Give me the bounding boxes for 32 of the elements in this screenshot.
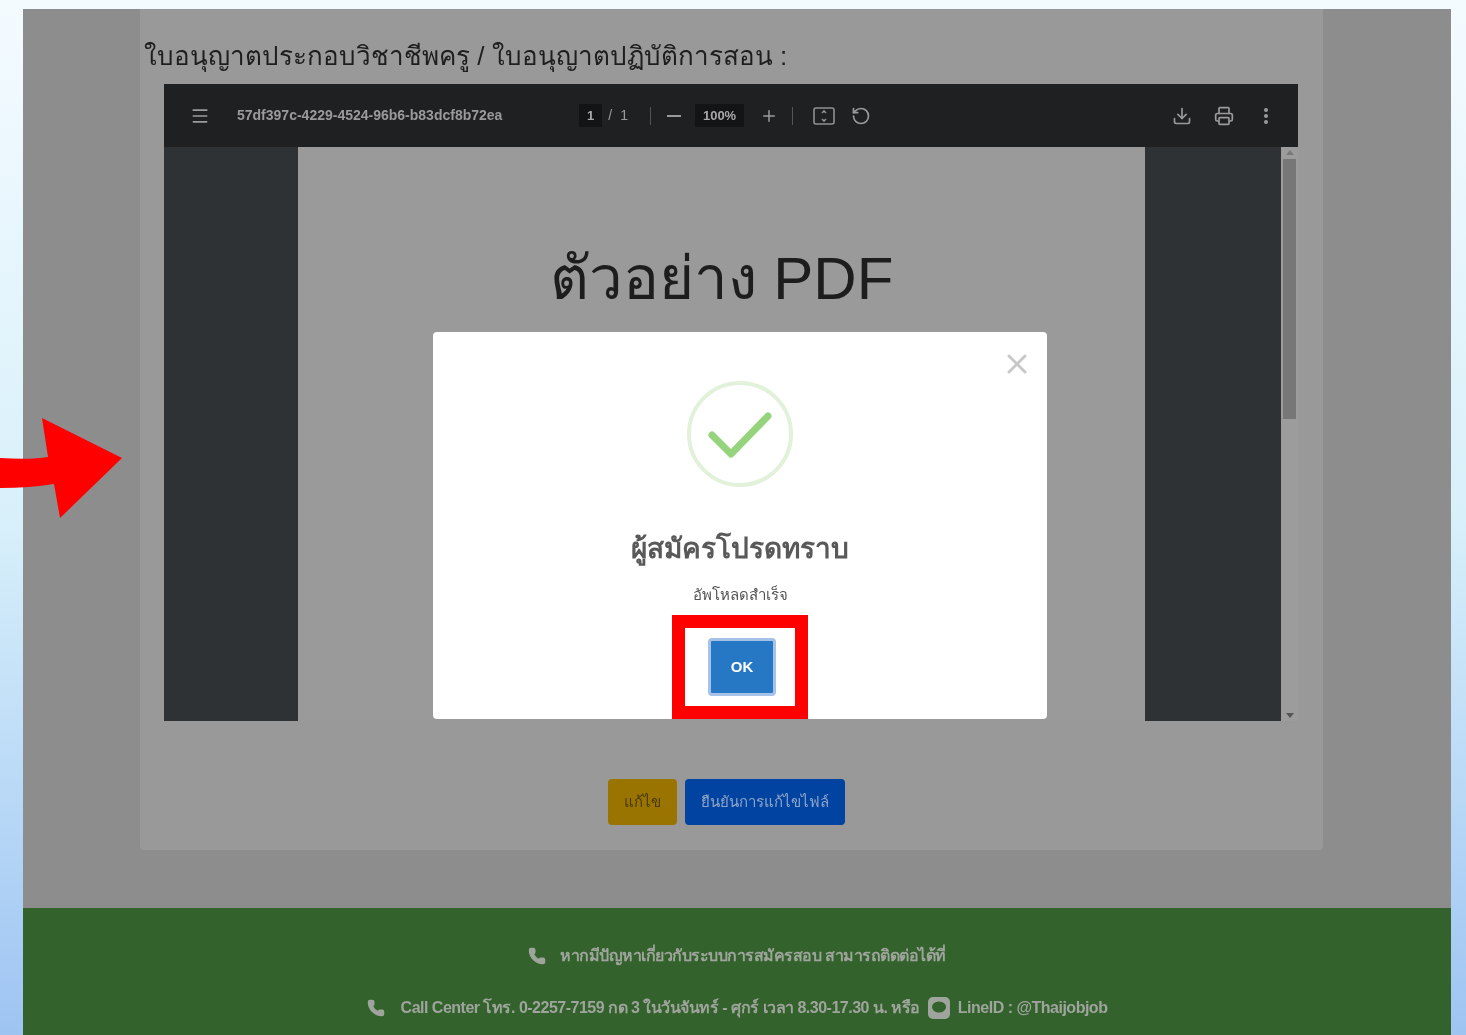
- scrollbar-thumb[interactable]: [1283, 159, 1296, 419]
- ok-button[interactable]: OK: [708, 637, 776, 696]
- chat-bubble-icon: [927, 997, 950, 1019]
- rotate-button[interactable]: [851, 105, 872, 126]
- confirm-button[interactable]: ยืนยันการแก้ไขไฟล์: [685, 779, 845, 825]
- download-icon: [1172, 105, 1192, 126]
- more-button[interactable]: [1264, 107, 1268, 124]
- more-icon: [1264, 107, 1268, 124]
- zoom-out-button[interactable]: [666, 114, 681, 117]
- field-label: ใบอนุญาตประกอบวิชาชีพครู / ใบอนุญาตปฏิบัติการสอน :: [144, 40, 789, 73]
- contact-text: Call Center โทร. 0-2257-7159 กด 3 ในวันจันทร์ - ศุกร์ เวลา 8.30-17.30 น. หรือ: [400, 997, 920, 1020]
- print-button[interactable]: [1214, 105, 1234, 126]
- line-id: LineID : @Thaijobjob: [957, 998, 1108, 1018]
- dialog-title: ผู้สมัครโปรดทราบ: [631, 531, 849, 568]
- edit-button[interactable]: แก้ไข: [608, 779, 677, 825]
- success-check-icon: [686, 380, 794, 488]
- document-title: ตัวอย่าง PDF: [549, 244, 894, 314]
- page-number-field[interactable]: 1: [579, 103, 603, 128]
- file-name: 57df397c-4229-4524-96b6-b83dcf8b72ea: [237, 106, 504, 125]
- fit-page-button[interactable]: [813, 106, 836, 125]
- printer-icon: [1214, 105, 1234, 126]
- zoom-field[interactable]: 100%: [694, 103, 745, 128]
- phone-icon: [528, 947, 547, 965]
- phone-icon: [366, 999, 385, 1017]
- minus-icon: [666, 114, 681, 117]
- dialog-message: อัพโหลดสำเร็จ: [692, 584, 788, 605]
- download-button[interactable]: [1172, 105, 1192, 126]
- page-separator: /: [608, 106, 613, 125]
- fit-page-icon: [813, 106, 836, 125]
- help-text: หากมีปัญหาเกี่ยวกับระบบการสมัครสอบ สามารถติดต่อได้ที่: [560, 944, 946, 968]
- rotate-icon: [851, 105, 872, 126]
- page-total: 1: [620, 106, 628, 125]
